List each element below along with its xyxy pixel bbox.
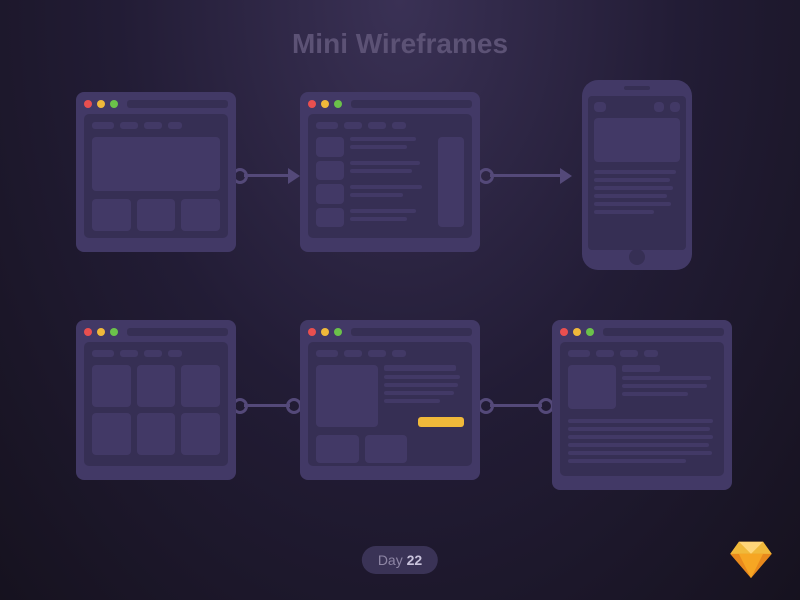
wireframe-article-sidebar xyxy=(300,92,480,252)
phone-speaker-icon xyxy=(624,86,650,90)
traffic-light-red-icon xyxy=(84,328,92,336)
phone-home-button-icon xyxy=(629,249,645,265)
wireframe-post xyxy=(300,320,480,480)
connector-dot xyxy=(490,404,542,407)
wireframe-canvas xyxy=(0,70,800,550)
traffic-light-yellow-icon xyxy=(97,328,105,336)
traffic-light-green-icon xyxy=(334,328,342,336)
traffic-light-red-icon xyxy=(560,328,568,336)
wireframe-blog xyxy=(552,320,732,490)
traffic-light-yellow-icon xyxy=(97,100,105,108)
day-badge: Day 22 xyxy=(362,546,438,574)
connector-arrow xyxy=(490,174,562,177)
traffic-light-red-icon xyxy=(308,328,316,336)
page-title: Mini Wireframes xyxy=(0,0,800,60)
day-label: Day xyxy=(378,552,403,568)
day-number: 22 xyxy=(407,552,423,568)
wireframe-mobile xyxy=(582,80,692,270)
cta-button xyxy=(418,417,464,427)
address-bar xyxy=(127,100,228,108)
traffic-light-red-icon xyxy=(308,100,316,108)
address-bar xyxy=(351,328,472,336)
address-bar xyxy=(127,328,228,336)
traffic-light-green-icon xyxy=(110,328,118,336)
traffic-light-yellow-icon xyxy=(321,100,329,108)
traffic-light-yellow-icon xyxy=(321,328,329,336)
traffic-light-green-icon xyxy=(586,328,594,336)
connector-arrow xyxy=(244,174,290,177)
traffic-light-yellow-icon xyxy=(573,328,581,336)
traffic-light-green-icon xyxy=(334,100,342,108)
address-bar xyxy=(351,100,472,108)
sketch-diamond-icon xyxy=(730,540,772,578)
connector-dot xyxy=(244,404,290,407)
wireframe-hero xyxy=(76,92,236,252)
traffic-light-green-icon xyxy=(110,100,118,108)
wireframe-grid xyxy=(76,320,236,480)
traffic-light-red-icon xyxy=(84,100,92,108)
address-bar xyxy=(603,328,724,336)
